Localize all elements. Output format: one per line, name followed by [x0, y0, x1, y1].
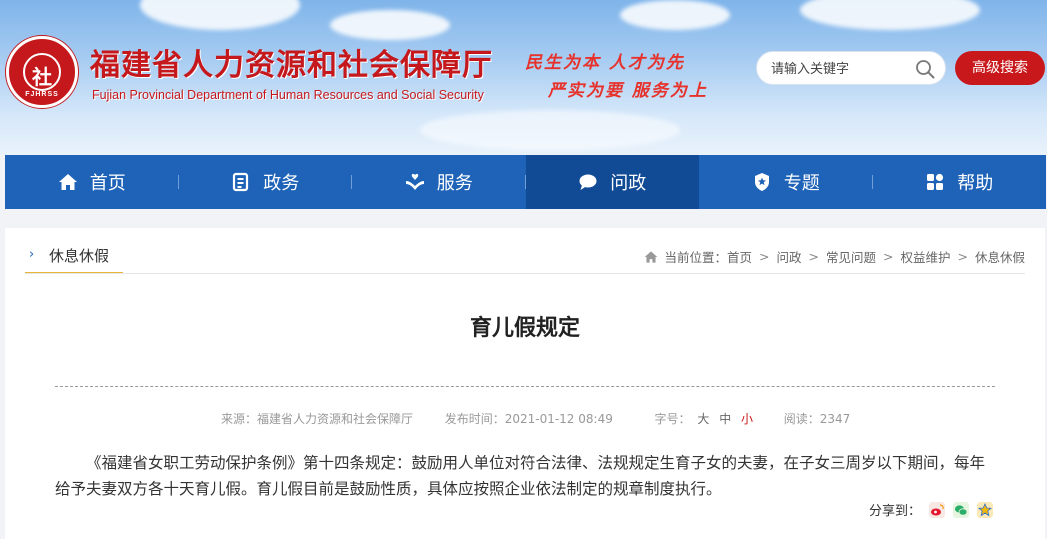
weibo-icon[interactable]: [929, 501, 946, 518]
breadcrumb-link-faq[interactable]: 常见问题: [826, 247, 876, 266]
qzone-icon[interactable]: [977, 501, 994, 518]
nav-item-label: 问政: [610, 173, 647, 194]
font-size-medium-button[interactable]: 中: [719, 412, 731, 426]
breadcrumb-link-home[interactable]: 首页: [727, 247, 752, 266]
site-header: 社 FJHRSS 福建省人力资源和社会保障厅 Fujian Provincial…: [0, 0, 1047, 155]
breadcrumb: 当前位置： 首页 > 问政 > 常见问题 > 权益维护 > 休息休假: [644, 247, 1025, 266]
slogan-line-1: 民生为本 人才为先: [525, 53, 685, 73]
nav-item-label: 首页: [89, 173, 126, 194]
font-size-label: 字号：: [654, 412, 691, 426]
home-icon: [58, 174, 77, 190]
slogan-line-2: 严实为要 服务为上: [548, 81, 708, 101]
breadcrumb-link-rights[interactable]: 权益维护: [900, 247, 950, 266]
chevron-right-icon: ›: [29, 247, 35, 262]
main-nav: 首页 政务 服务 问政 专题 帮助: [5, 155, 1046, 209]
breadcrumb-link-inquiry[interactable]: 问政: [776, 247, 801, 266]
search-input[interactable]: [769, 59, 913, 79]
article-title: 育儿假规定: [469, 316, 580, 341]
logo-emblem: 社: [23, 53, 61, 91]
breadcrumb-prefix: 当前位置：: [664, 250, 727, 265]
source-value: 福建省人力资源和社会保障厅: [257, 412, 414, 426]
nav-item-label: 帮助: [957, 173, 994, 194]
site-title: 福建省人力资源和社会保障厅: [90, 48, 493, 83]
section-tab[interactable]: › 休息休假: [25, 238, 123, 274]
header-cloud: [620, 0, 730, 30]
nav-item-label: 服务: [436, 173, 473, 194]
share-label: 分享到：: [869, 504, 922, 519]
font-size-large-button[interactable]: 大: [697, 412, 709, 426]
badge-icon: [754, 173, 769, 191]
breadcrumb-separator: >: [957, 249, 968, 264]
breadcrumb-link-leave[interactable]: 休息休假: [975, 247, 1025, 266]
site-logo[interactable]: 社 FJHRSS: [6, 36, 78, 108]
section-tab-label: 休息休假: [49, 247, 110, 265]
time-label: 发布时间：: [444, 412, 505, 426]
header-cloud: [140, 0, 300, 30]
logo-glyph: 社: [32, 65, 52, 89]
document-icon: [233, 172, 249, 192]
advanced-search-button[interactable]: 高级搜索: [955, 51, 1045, 85]
nav-item-government[interactable]: 政务: [179, 155, 352, 209]
source-label: 来源：: [221, 412, 258, 426]
hands-icon: [405, 173, 424, 190]
nav-item-inquiry[interactable]: 问政: [525, 155, 699, 209]
search-box: [756, 51, 946, 85]
breadcrumb-separator: >: [808, 249, 819, 264]
logo-abbreviation: FJHRSS: [25, 91, 59, 98]
breadcrumb-separator: >: [759, 249, 770, 264]
site-subtitle: Fujian Provincial Department of Human Re…: [92, 88, 484, 102]
nav-item-home[interactable]: 首页: [5, 155, 179, 209]
header-cloud: [420, 110, 680, 150]
section-divider: [25, 273, 1025, 274]
home-icon: [645, 250, 658, 263]
wechat-icon[interactable]: [953, 501, 970, 518]
time-value: 2021-01-12 08:49: [504, 412, 613, 426]
chat-icon: [579, 174, 597, 190]
nav-item-topics[interactable]: 专题: [699, 155, 873, 209]
search-icon[interactable]: [915, 59, 935, 79]
header-cloud: [330, 10, 450, 40]
article-body: 《福建省女职工劳动保护条例》第十四条规定：鼓励用人单位对符合法律、法规规定生育子…: [55, 454, 986, 498]
nav-item-help[interactable]: 帮助: [873, 155, 1047, 209]
breadcrumb-separator: >: [883, 249, 894, 264]
title-divider: [55, 386, 995, 387]
nav-item-service[interactable]: 服务: [352, 155, 526, 209]
views-label: 阅读：: [783, 412, 820, 426]
grid-icon: [927, 173, 944, 190]
nav-item-label: 政务: [263, 173, 300, 194]
header-cloud: [800, 0, 980, 30]
views-count: 2347: [819, 412, 851, 426]
article-meta: 来源：福建省人力资源和社会保障厅 发布时间：2021-01-12 08:49 字…: [221, 410, 850, 427]
nav-item-label: 专题: [783, 173, 820, 194]
font-size-small-button[interactable]: 小: [741, 412, 753, 426]
share-bar: 分享到：: [869, 500, 994, 519]
content-panel: › 休息休假 当前位置： 首页 > 问政 > 常见问题 > 权益维护 > 休息休…: [5, 228, 1045, 539]
